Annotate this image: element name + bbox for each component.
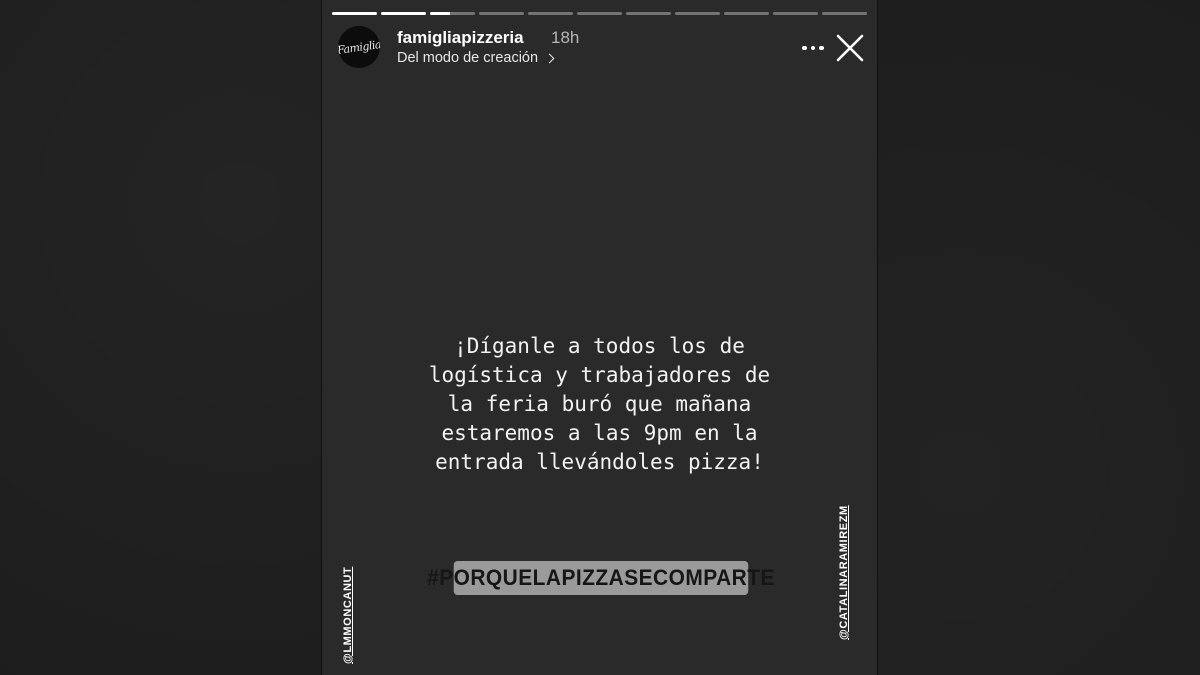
progress-segment: [430, 12, 475, 15]
username[interactable]: famigliapizzeria: [397, 28, 524, 48]
chevron-right-icon: [544, 53, 555, 63]
progress-segment: [822, 12, 867, 15]
creation-mode-label: Del modo de creación: [397, 50, 539, 66]
progress-segment: [626, 12, 671, 15]
more-options-icon: [802, 45, 807, 51]
progress-segment-fill: [381, 12, 426, 15]
more-options-dot: [819, 45, 824, 51]
progress-segment-fill: [332, 12, 377, 15]
creation-mode-link[interactable]: Del modo de creación: [397, 50, 555, 66]
more-options-button[interactable]: [798, 36, 828, 60]
progress-segment: [332, 12, 377, 15]
close-icon: [836, 34, 864, 62]
avatar[interactable]: Famiglia: [338, 26, 380, 68]
progress-segment: [773, 12, 818, 15]
close-button[interactable]: [834, 32, 866, 64]
progress-segment: [479, 12, 524, 15]
progress-segment: [577, 12, 622, 15]
hashtag-sticker[interactable]: #PORQUELAPIZZASECOMPARTE: [427, 561, 774, 595]
hashtag-label: #PORQUELAPIZZASECOMPARTE: [427, 565, 775, 590]
story-progress-bar: [332, 12, 867, 15]
progress-segment: [381, 12, 426, 15]
progress-segment: [724, 12, 769, 15]
progress-segment: [675, 12, 720, 15]
progress-segment: [528, 12, 573, 15]
more-options-dot: [810, 45, 816, 51]
post-time: 18h: [551, 28, 580, 47]
story-header: Famiglia famigliapizzeria 18h Del modo d…: [338, 26, 866, 70]
progress-segment-fill: [430, 12, 451, 15]
story-viewer[interactable]: Famiglia famigliapizzeria 18h Del modo d…: [322, 0, 877, 675]
story-caption-text: ¡Díganle a todos los de logística y trab…: [428, 334, 771, 474]
mention-sticker-left[interactable]: @LMMONCANUT: [342, 567, 354, 664]
avatar-logo-text: Famiglia: [338, 37, 380, 57]
mention-sticker-right[interactable]: @CATALINARAMIREZM: [838, 505, 850, 640]
